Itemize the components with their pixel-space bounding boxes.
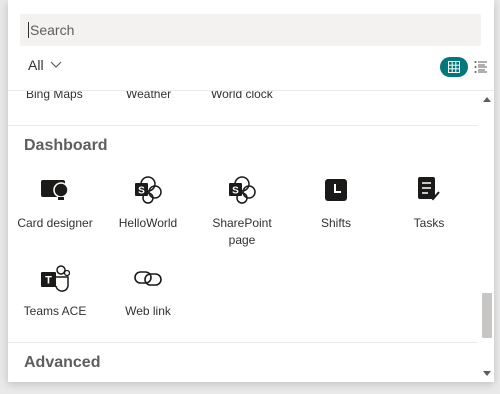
tile-web-link[interactable]: Web link [103, 263, 193, 320]
shifts-icon [321, 175, 351, 205]
tile-label: Tasks [413, 216, 445, 230]
sharepoint-icon: S [133, 175, 163, 205]
link-icon [133, 263, 163, 293]
search-box[interactable] [20, 14, 481, 46]
tile-label: Web link [125, 304, 171, 318]
list-view-icon[interactable] [474, 60, 488, 74]
svg-text:S: S [138, 186, 145, 197]
partial-tile-row: Bing Maps Weather World clock [8, 91, 478, 105]
grid-icon [448, 61, 460, 73]
tile-card-designer[interactable]: Card designer [10, 175, 100, 232]
teams-icon: T [40, 263, 70, 293]
filter-dropdown[interactable]: All [28, 57, 62, 73]
tile-weather-label[interactable]: Weather [126, 91, 171, 101]
tile-sharepoint-page[interactable]: S SharePoint page [197, 175, 287, 249]
vertical-scrollbar[interactable] [480, 90, 494, 382]
filter-label: All [28, 57, 44, 73]
tile-label: HelloWorld [118, 216, 178, 230]
tile-teams-ace[interactable]: T Teams ACE [10, 263, 100, 320]
tile-label: Shifts [320, 216, 351, 230]
grid-view-button[interactable] [440, 57, 468, 77]
tile-label: Teams ACE [23, 304, 87, 318]
scrollbar-thumb[interactable] [482, 293, 492, 338]
tasks-icon [414, 175, 444, 205]
scroll-up-icon[interactable] [483, 96, 491, 104]
svg-text:S: S [232, 186, 239, 197]
text-cursor [28, 22, 29, 38]
section-title-dashboard: Dashboard [24, 137, 108, 154]
toolbox-panel: All Bing Maps [8, 0, 494, 382]
sharepoint-page-icon: S [227, 175, 257, 205]
tile-label: SharePoint page [212, 216, 272, 247]
svg-text:T: T [45, 275, 52, 287]
tile-shifts[interactable]: Shifts [291, 175, 381, 232]
scroll-down-icon[interactable] [483, 369, 491, 377]
section-divider [8, 342, 478, 343]
section-divider [8, 125, 478, 126]
tile-world-clock-label[interactable]: World clock [211, 91, 273, 101]
tile-helloworld[interactable]: S HelloWorld [103, 175, 193, 232]
tile-bing-maps-label[interactable]: Bing Maps [26, 91, 83, 101]
section-title-advanced: Advanced [24, 354, 101, 371]
card-designer-icon [40, 175, 70, 205]
view-toggle [440, 57, 488, 77]
webpart-list: Bing Maps Weather World clock Dashboard … [8, 90, 494, 382]
chevron-down-icon [50, 61, 61, 68]
tile-tasks[interactable]: Tasks [384, 175, 474, 232]
panel-caret [249, 0, 267, 9]
tile-label: Card designer [17, 216, 93, 230]
search-input[interactable] [30, 22, 481, 38]
